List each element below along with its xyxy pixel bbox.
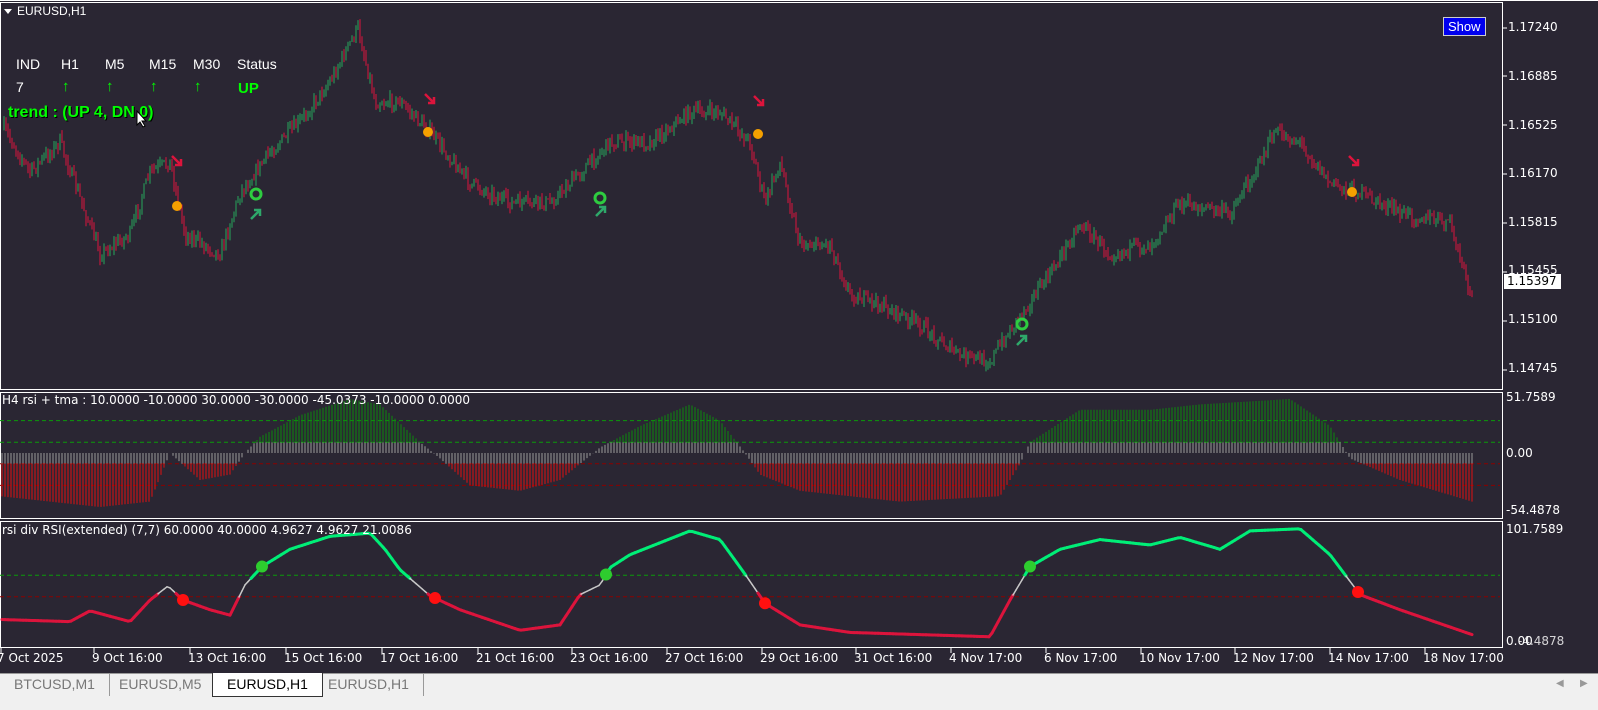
buy-signal-ring-icon: [595, 193, 605, 203]
rsi-cross-down-dot: [1352, 586, 1364, 598]
buy-signal-ring-icon: [1017, 319, 1027, 329]
sell-signal-dot-icon: [753, 129, 763, 139]
mouse-cursor-icon: [136, 110, 148, 128]
main-panel-border: [1, 3, 1503, 390]
sell-arrow-icon: [754, 96, 763, 105]
chart-tab-bar: BTCUSD,M1 EURUSD,M5 EURUSD,H1 EURUSD,H1 …: [0, 673, 1598, 710]
scroll-left-icon[interactable]: ◀: [1556, 678, 1564, 689]
rsi-line-segment: [239, 591, 242, 597]
tab-eurusd-h1[interactable]: EURUSD,H1: [314, 673, 424, 696]
rsi-line-segment: [749, 580, 752, 584]
price-label: 1.16525: [1508, 118, 1558, 132]
time-label: 14 Nov 17:00: [1328, 651, 1409, 665]
rsi-cross-down-dot: [759, 597, 771, 609]
indicator-count: 7: [16, 79, 24, 95]
sell-arrow-icon: [1349, 156, 1358, 165]
indicator2-title: rsi div RSI(extended) (7,7) 60.0000 40.0…: [2, 523, 412, 537]
rsi-line-segment: [236, 597, 239, 603]
show-button[interactable]: Show: [1443, 17, 1486, 36]
rsi-cross-up-dot: [1024, 561, 1036, 573]
arrow-up-icon: ↑: [150, 78, 158, 95]
header-m15: M15: [149, 56, 176, 72]
time-label: 15 Oct 16:00: [284, 651, 362, 665]
buy-signal-ring-icon: [251, 189, 261, 199]
rsi-cross-down-dot: [177, 594, 189, 606]
price-label: 1.15815: [1508, 215, 1558, 229]
price-label: 1.16170: [1508, 166, 1558, 180]
price-label: 1.16885: [1508, 69, 1558, 83]
indicator2-axis-max: 101.7589: [1506, 522, 1563, 536]
tab-btcusd-m1[interactable]: BTCUSD,M1: [0, 673, 110, 696]
indicator1-axis-min: -54.4878: [1506, 503, 1560, 517]
arrow-up-icon: ↑: [194, 78, 202, 95]
header-ind: IND: [16, 56, 40, 72]
indicator2-axis-overlap: -4.4878: [1518, 634, 1564, 648]
time-label: 17 Oct 16:00: [380, 651, 458, 665]
time-label: 31 Oct 16:00: [854, 651, 932, 665]
arrow-up-icon: ↑: [106, 78, 114, 95]
rsi-line-segment: [746, 576, 749, 580]
header-m5: M5: [105, 56, 124, 72]
time-label: 6 Nov 17:00: [1044, 651, 1117, 665]
trend-summary: trend : (UP 4, DN 0): [8, 104, 154, 122]
rsi-line-segment: [1469, 634, 1472, 635]
price-label: 1.15100: [1508, 312, 1558, 326]
sell-signal-dot-icon: [172, 201, 182, 211]
indicator1-axis-zero: 0.00: [1506, 446, 1533, 460]
price-label: 1.17240: [1508, 20, 1558, 34]
tab-eurusd-h1-active[interactable]: EURUSD,H1: [212, 673, 323, 697]
arrow-up-icon: ↑: [62, 78, 70, 95]
rsi-line-segment: [1013, 590, 1016, 595]
time-label: 9 Oct 16:00: [92, 651, 163, 665]
buy-arrow-icon: [596, 207, 605, 216]
rsi-cross-up-dot: [600, 569, 612, 581]
time-label: 13 Oct 16:00: [188, 651, 266, 665]
time-label: 29 Oct 16:00: [760, 651, 838, 665]
rsi-line-segment: [1010, 595, 1013, 600]
rsi-line-segment: [242, 585, 245, 591]
scroll-right-icon[interactable]: ▶: [1580, 678, 1588, 689]
buy-arrow-icon: [1017, 336, 1026, 345]
indicator1-title: H4 rsi + tma : 10.0000 -10.0000 30.0000 …: [2, 393, 470, 407]
sell-arrow-icon: [425, 94, 434, 103]
current-price-label: 1.15397: [1504, 274, 1561, 289]
rsi-line-segment: [752, 584, 755, 588]
rsi-cross-up-dot: [256, 561, 268, 573]
time-label: 4 Nov 17:00: [949, 651, 1022, 665]
time-label: 23 Oct 16:00: [570, 651, 648, 665]
time-label: 12 Nov 17:00: [1233, 651, 1314, 665]
indicator1-axis-max: 51.7589: [1506, 390, 1556, 404]
sell-arrow-icon: [172, 156, 181, 165]
time-label: 27 Oct 16:00: [665, 651, 743, 665]
header-m30: M30: [193, 56, 220, 72]
price-label: 1.14745: [1508, 361, 1558, 375]
buy-arrow-icon: [251, 210, 260, 219]
header-h1: H1: [61, 56, 79, 72]
collapse-triangle-icon[interactable]: [4, 9, 12, 14]
tab-eurusd-m5[interactable]: EURUSD,M5: [105, 673, 216, 696]
rsi-cross-down-dot: [429, 592, 441, 604]
rsi-line-segment: [1019, 580, 1022, 585]
time-label: 7 Oct 2025: [0, 651, 64, 665]
chart-symbol-title: EURUSD,H1: [17, 4, 86, 18]
header-status: Status: [237, 56, 277, 72]
chart-canvas[interactable]: [0, 0, 1598, 673]
time-label: 21 Oct 16:00: [476, 651, 554, 665]
rsi-line-segment: [1016, 585, 1019, 590]
sell-signal-dot-icon: [1347, 187, 1357, 197]
status-value: UP: [238, 80, 259, 97]
time-label: 18 Nov 17:00: [1423, 651, 1504, 665]
sell-signal-dot-icon: [423, 127, 433, 137]
time-label: 10 Nov 17:00: [1139, 651, 1220, 665]
